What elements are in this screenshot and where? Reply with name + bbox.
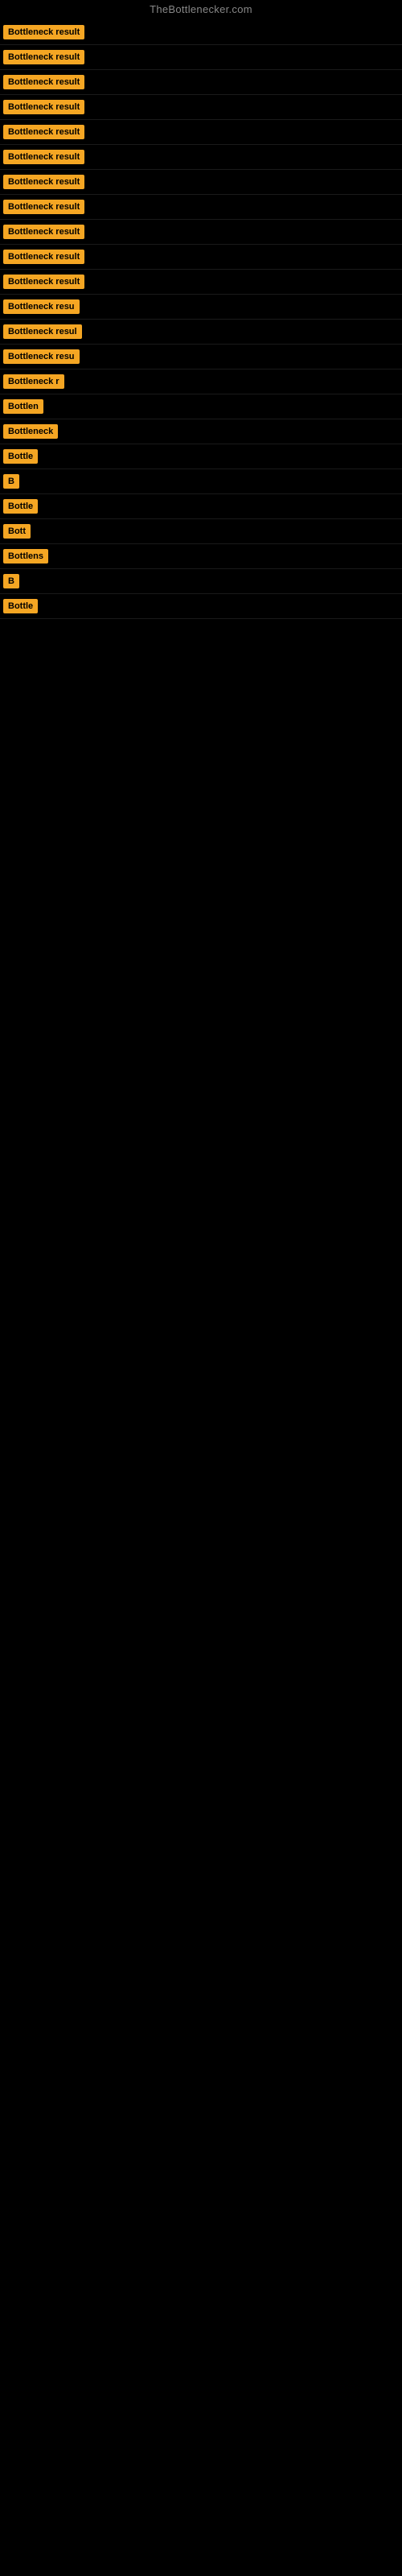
bottleneck-badge: Bottleneck result [3,225,84,239]
bottleneck-badge: Bottlen [3,399,43,414]
list-item[interactable]: Bottleneck result [0,170,402,195]
list-item[interactable]: Bott [0,519,402,544]
bottleneck-badge: Bottleneck result [3,75,84,89]
list-item[interactable]: Bottleneck result [0,195,402,220]
bottleneck-badge: Bottleneck resu [3,349,80,364]
list-item[interactable]: B [0,569,402,594]
list-item[interactable]: Bottleneck result [0,120,402,145]
bottleneck-badge: Bottleneck result [3,100,84,114]
list-item[interactable]: Bottleneck r [0,369,402,394]
bottleneck-badge: Bottle [3,599,38,613]
bottleneck-badge: Bottleneck result [3,200,84,214]
bottleneck-badge: B [3,574,19,588]
bottleneck-badge: Bottleneck result [3,25,84,39]
bottleneck-badge: Bott [3,524,31,539]
bottleneck-badge: Bottleneck r [3,374,64,389]
bottleneck-badge: Bottlens [3,549,48,564]
list-item[interactable]: Bottleneck result [0,270,402,295]
list-item[interactable]: Bottleneck result [0,220,402,245]
bottleneck-badge: Bottleneck result [3,175,84,189]
bottleneck-badge: Bottleneck result [3,150,84,164]
list-item[interactable]: Bottleneck result [0,45,402,70]
bottleneck-badge: Bottleneck result [3,275,84,289]
bottleneck-badge: Bottleneck [3,424,58,439]
bottleneck-badge: B [3,474,19,489]
bottleneck-badge: Bottleneck result [3,50,84,64]
list-item[interactable]: B [0,469,402,494]
site-title: TheBottlenecker.com [0,0,402,20]
results-list: Bottleneck result Bottleneck result Bottle… [0,20,402,619]
list-item[interactable]: Bottleneck result [0,20,402,45]
list-item[interactable]: Bottleneck result [0,245,402,270]
list-item[interactable]: Bottleneck resu [0,295,402,320]
list-item[interactable]: Bottleneck resul [0,320,402,345]
list-item[interactable]: Bottleneck result [0,70,402,95]
bottleneck-badge: Bottleneck result [3,125,84,139]
bottleneck-badge: Bottleneck resu [3,299,80,314]
list-item[interactable]: Bottle [0,444,402,469]
bottleneck-badge: Bottleneck result [3,250,84,264]
list-item[interactable]: Bottleneck result [0,95,402,120]
bottleneck-badge: Bottle [3,449,38,464]
bottleneck-badge: Bottle [3,499,38,514]
list-item[interactable]: Bottle [0,594,402,619]
list-item[interactable]: Bottleneck [0,419,402,444]
list-item[interactable]: Bottle [0,494,402,519]
list-item[interactable]: Bottlen [0,394,402,419]
list-item[interactable]: Bottleneck result [0,145,402,170]
list-item[interactable]: Bottleneck resu [0,345,402,369]
bottleneck-badge: Bottleneck resul [3,324,82,339]
list-item[interactable]: Bottlens [0,544,402,569]
